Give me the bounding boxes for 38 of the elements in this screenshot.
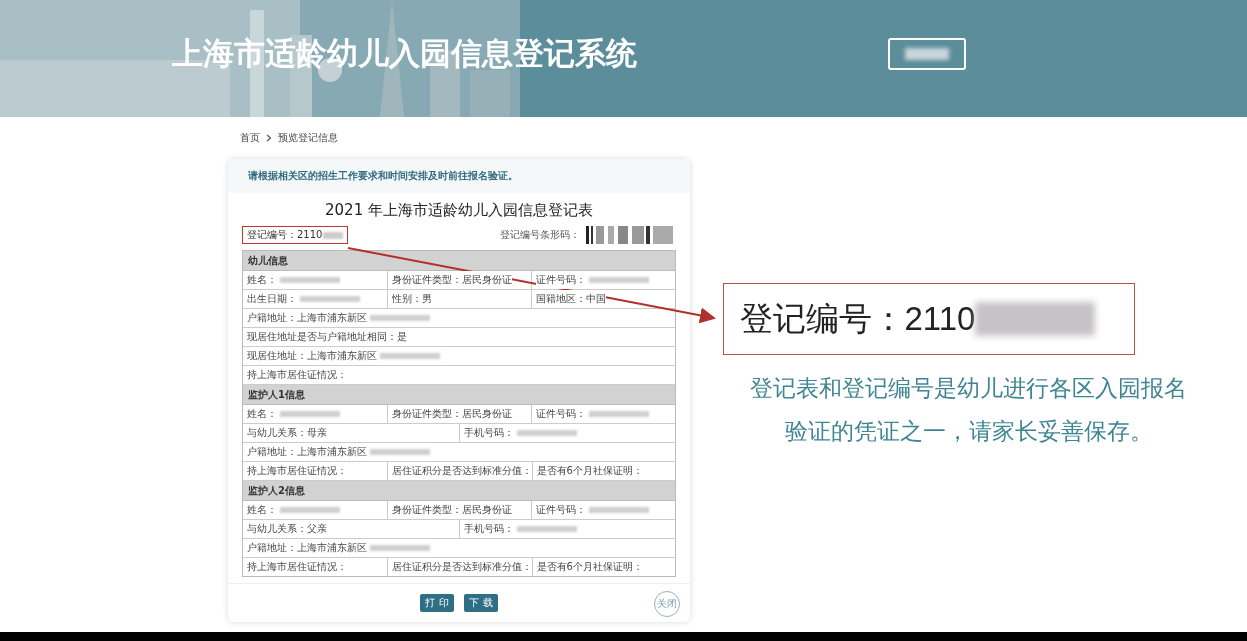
section-heading: 监护人2信息 xyxy=(243,481,675,501)
table-cell: 证件号码： xyxy=(531,501,675,519)
table-cell: 现居住地址是否与户籍地址相同：是 xyxy=(243,328,675,346)
table-cell: 现居住地址：上海市浦东新区 xyxy=(243,347,675,365)
redaction-blur xyxy=(905,47,949,60)
table-cell: 与幼儿关系：父亲 xyxy=(243,520,459,538)
download-button[interactable]: 下 载 xyxy=(464,594,498,612)
table-cell: 手机号码： xyxy=(459,424,675,442)
table-cell: 国籍地区：中国 xyxy=(531,290,675,308)
table-cell: 证件号码： xyxy=(531,271,675,289)
breadcrumb-item: 预览登记信息 xyxy=(278,131,338,145)
callout-box: 登记编号：2110 xyxy=(722,283,1135,355)
table-cell: 出生日期： xyxy=(243,290,387,308)
section-heading: 幼儿信息 xyxy=(243,251,675,271)
table-cell: 户籍地址：上海市浦东新区 xyxy=(243,309,675,327)
table-cell: 证件号码： xyxy=(531,405,675,423)
form-title: 2021 年上海市适龄幼儿入园信息登记表 xyxy=(324,201,594,220)
section-heading: 监护人1信息 xyxy=(243,385,675,405)
print-button[interactable]: 打 印 xyxy=(420,594,454,612)
chevron-icon xyxy=(266,134,272,142)
table-cell: 与幼儿关系：母亲 xyxy=(243,424,459,442)
table-cell: 户籍地址：上海市浦东新区 xyxy=(243,539,675,557)
table-cell: 持上海市居住证情况： xyxy=(243,366,675,384)
header-button[interactable] xyxy=(888,37,966,70)
table-cell: 性别：男 xyxy=(387,290,531,308)
breadcrumb-item[interactable]: 首页 xyxy=(240,131,260,145)
caption-text: 登记表和登记编号是幼儿进行各区入园报名 xyxy=(750,374,1187,403)
caption-text: 验证的凭证之一，请家长妥善保存。 xyxy=(783,417,1154,446)
registration-number: 登记编号：2110 xyxy=(242,226,349,244)
barcode-label: 登记编号条形码： xyxy=(500,228,580,242)
close-button[interactable]: 关闭 xyxy=(654,591,680,617)
table-cell: 姓名： xyxy=(243,271,387,289)
site-title: 上海市适龄幼儿入园信息登记系统 xyxy=(172,33,638,73)
table-cell: 手机号码： xyxy=(459,520,675,538)
notice-text: 请根据相关区的招生工作要求和时间安排及时前往报名验证。 xyxy=(228,159,690,193)
table-cell: 姓名： xyxy=(243,501,387,519)
table-cell: 姓名： xyxy=(243,405,387,423)
table-cell: 户籍地址：上海市浦东新区 xyxy=(243,443,675,461)
